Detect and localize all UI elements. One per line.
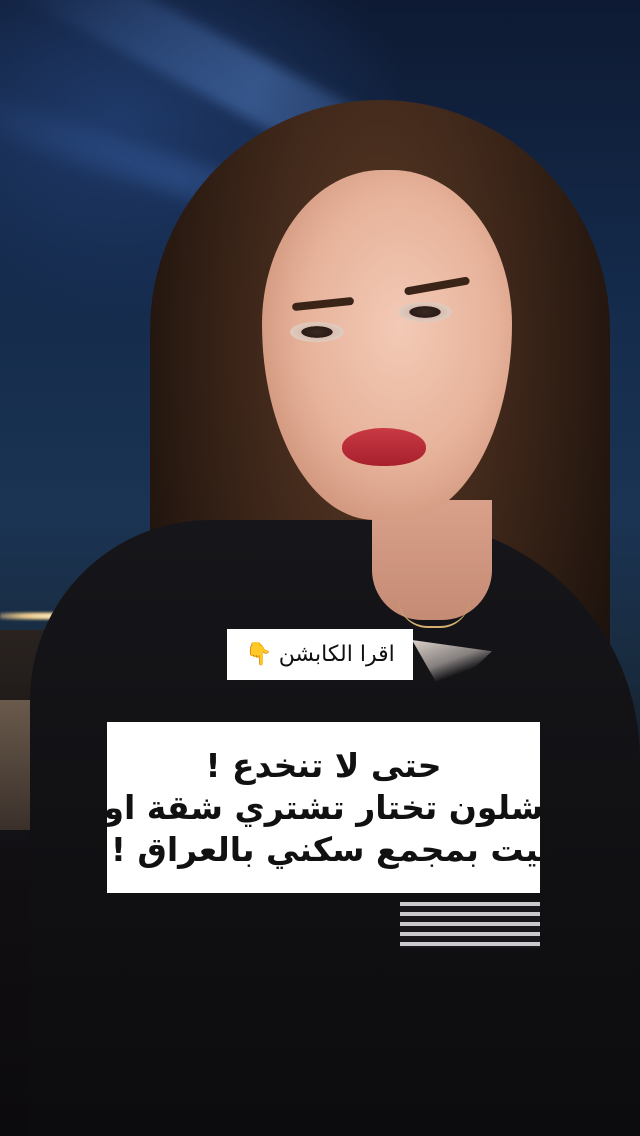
left-eye (290, 322, 344, 342)
lips (342, 428, 426, 466)
caption-line-1: حتى لا تنخدع ! (205, 745, 442, 785)
caption-text-box: حتى لا تنخدع ! شلون تختار تشتري شقة او ب… (96, 722, 551, 893)
caption-line-3: بيت بمجمع سكني بالعراق !! (95, 829, 552, 869)
caption-line-2: شلون تختار تشتري شقة او (103, 787, 544, 827)
pointing-down-icon: 👇 (245, 642, 273, 667)
read-caption-text: اقرا الكابشن (278, 642, 395, 667)
background-photo (0, 0, 640, 1136)
face (262, 170, 512, 520)
striped-shirt (400, 902, 540, 948)
read-caption-sticker: اقرا الكابشن 👇 (227, 629, 413, 680)
right-eye (398, 302, 452, 322)
